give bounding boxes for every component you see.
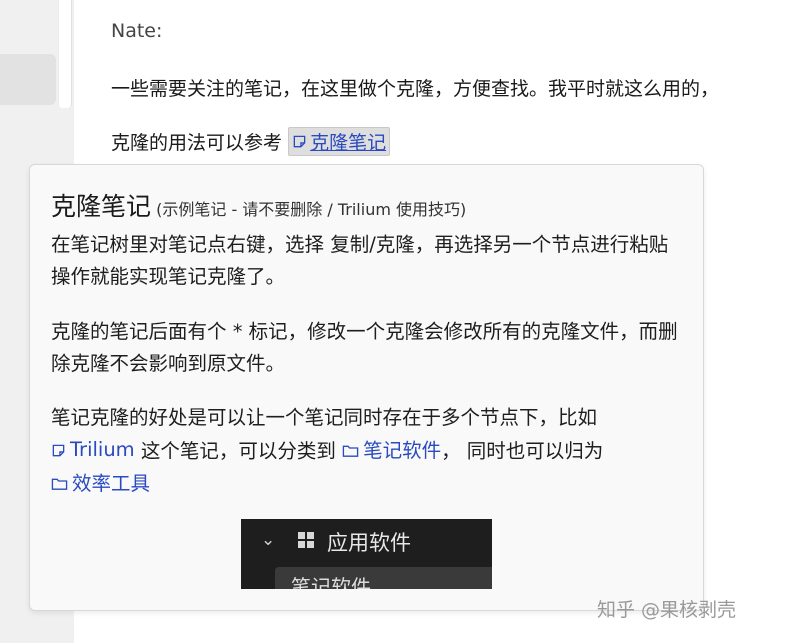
folder-icon bbox=[342, 445, 359, 457]
thumb-tree-label: 应用软件 bbox=[327, 531, 411, 555]
paragraph-text: 笔记克隆的好处是可以让一个笔记同时存在于多个节点下，比如 bbox=[51, 406, 598, 429]
watermark: 知乎 @果核剥壳 bbox=[597, 599, 737, 621]
notes-software-folder-link[interactable]: 笔记软件 bbox=[342, 435, 441, 467]
popup-title-path: (示例笔记 - 请不要删除 / Trilium 使用技巧) bbox=[156, 200, 467, 219]
trilium-note-link[interactable]: Trilium bbox=[51, 434, 135, 466]
paragraph-text: ， 同时也可以归为 bbox=[441, 439, 604, 463]
efficiency-tools-folder-link[interactable]: 效率工具 bbox=[51, 468, 150, 500]
notes-software-folder-label: 笔记软件 bbox=[363, 438, 442, 462]
popup-paragraph: 笔记克隆的好处是可以让一个笔记同时存在于多个节点下，比如 Trilium 这个笔… bbox=[51, 402, 681, 501]
popup-paragraph: 克隆的笔记后面有个 * 标记，修改一个克隆会修改所有的克隆文件，而删除克隆不会影… bbox=[51, 320, 678, 375]
popup-paragraph: 在笔记树里对笔记点右键，选择 复制/克隆，再选择另一个节点进行粘贴操作就能实现笔… bbox=[51, 233, 669, 288]
folder-icon bbox=[51, 478, 68, 490]
note-text-line: 一些需要关注的笔记，在这里做个克隆，方便查找。我平时就这么用的， bbox=[111, 78, 720, 100]
windows-grid-icon bbox=[298, 532, 314, 548]
note-text-line: 克隆的用法可以参考 克隆笔记 bbox=[111, 127, 391, 156]
note-icon bbox=[293, 135, 306, 148]
embedded-screenshot: ⌄ 应用软件 笔记软件 bbox=[241, 519, 492, 589]
note-text-prefix: 克隆的用法可以参考 bbox=[111, 132, 283, 154]
efficiency-tools-folder-label: 效率工具 bbox=[72, 471, 151, 495]
chevron-down-icon: ⌄ bbox=[261, 530, 276, 550]
note-preview-popup: 克隆笔记 (示例笔记 - 请不要删除 / Trilium 使用技巧) 在笔记树里… bbox=[29, 164, 704, 611]
popup-title: 克隆笔记 (示例笔记 - 请不要删除 / Trilium 使用技巧) bbox=[51, 187, 466, 223]
note-icon bbox=[52, 444, 65, 456]
tree-scrollbar[interactable] bbox=[58, 0, 72, 108]
note-author: Nate: bbox=[111, 20, 163, 42]
paragraph-text: 这个笔记，可以分类到 bbox=[140, 439, 336, 463]
thumb-tree-label: 笔记软件 bbox=[291, 575, 371, 589]
tree-item-selected[interactable] bbox=[0, 54, 56, 105]
clone-note-link-label: 克隆笔记 bbox=[310, 132, 387, 154]
popup-title-main: 克隆笔记 bbox=[51, 192, 152, 221]
clone-note-link[interactable]: 克隆笔记 bbox=[288, 127, 391, 156]
trilium-note-link-label: Trilium bbox=[70, 438, 135, 461]
